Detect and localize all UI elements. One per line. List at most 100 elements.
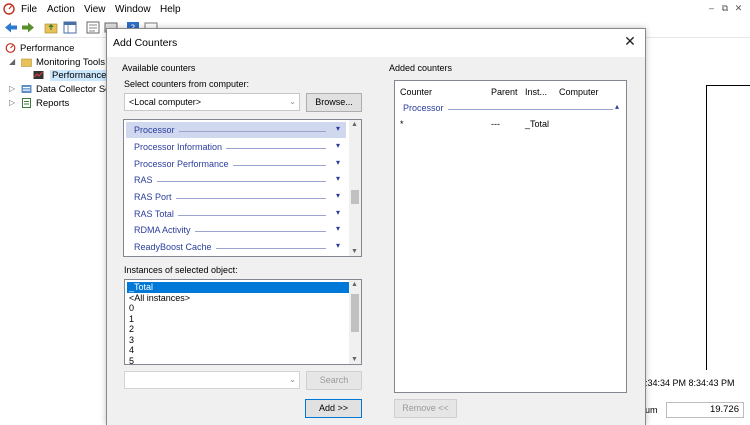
column-header-computer[interactable]: Computer xyxy=(559,87,599,97)
scrollbar-thumb[interactable] xyxy=(351,190,359,204)
menu-view[interactable]: View xyxy=(84,4,106,15)
expand-arrow-icon[interactable]: ▷ xyxy=(9,98,15,107)
stat-value: 19.726 xyxy=(666,402,744,418)
menu-window[interactable]: Window xyxy=(115,4,151,15)
reports-icon xyxy=(22,98,31,108)
menu-help[interactable]: Help xyxy=(160,4,181,15)
scroll-up-icon[interactable]: ▲ xyxy=(351,121,358,128)
back-arrow-icon[interactable] xyxy=(4,21,18,34)
counter-category-name: ReadyBoost Cache xyxy=(134,242,216,252)
instances-scrollbar[interactable]: ▲ ▼ xyxy=(349,280,361,364)
tree-item-reports[interactable]: Reports xyxy=(36,98,69,109)
column-header-parent[interactable]: Parent xyxy=(491,87,518,97)
counter-category-name: Processor Performance xyxy=(134,159,233,169)
instances-label: Instances of selected object: xyxy=(124,265,238,275)
add-counters-dialog: Add Counters ✕ Available counters Select… xyxy=(106,28,646,425)
column-header-counter[interactable]: Counter xyxy=(400,87,432,97)
search-button[interactable]: Search xyxy=(306,371,362,390)
dialog-title: Add Counters xyxy=(113,37,178,49)
counter-category-name: Processor xyxy=(134,125,179,135)
added-counters-list[interactable]: Counter Parent Inst... Computer Processo… xyxy=(394,80,627,393)
scroll-up-icon[interactable]: ▲ xyxy=(351,281,358,288)
computer-select-value: <Local computer> xyxy=(129,97,202,107)
data-collector-icon xyxy=(21,85,32,93)
added-group-row[interactable]: Processor ▴ xyxy=(403,102,619,115)
forward-arrow-icon[interactable] xyxy=(21,21,35,34)
tree-item-monitoring-tools[interactable]: Monitoring Tools xyxy=(36,57,105,68)
search-instance-input[interactable]: ⌄ xyxy=(124,371,300,389)
added-parent-cell: --- xyxy=(491,119,500,129)
computer-select[interactable]: <Local computer> ⌄ xyxy=(124,93,300,111)
collapse-arrow-icon[interactable]: ◢ xyxy=(9,57,15,66)
browse-button[interactable]: Browse... xyxy=(306,93,362,112)
counter-category-name: RAS Port xyxy=(134,192,176,202)
graph-plot-area xyxy=(706,85,750,370)
chevron-down-icon: ⌄ xyxy=(289,97,296,106)
counter-category-row[interactable]: RDMA Activity ▾ xyxy=(126,222,346,238)
performance-icon xyxy=(5,43,16,53)
restore-button[interactable]: ⧉ xyxy=(719,3,730,14)
statistics-panel: um 19.726 xyxy=(645,400,750,425)
expand-category-icon[interactable]: ▾ xyxy=(336,158,340,167)
added-instance-cell: _Total xyxy=(525,119,550,129)
added-counter-cell: * xyxy=(400,119,404,129)
expand-category-icon[interactable]: ▾ xyxy=(336,191,340,200)
added-counters-label: Added counters xyxy=(389,63,453,73)
column-header-instance[interactable]: Inst... xyxy=(525,87,547,97)
instances-list[interactable]: _Total <All instances> 0 1 2 3 4 5 ▲ ▼ xyxy=(124,279,362,365)
collapse-group-icon[interactable]: ▴ xyxy=(615,102,619,111)
counter-category-row[interactable]: Processor ▾ xyxy=(126,122,346,138)
instance-row[interactable]: 2 xyxy=(127,324,349,335)
navigation-tree: Performance ◢ Monitoring Tools Performan… xyxy=(0,38,119,425)
counter-category-name: RAS Total xyxy=(134,209,178,219)
counter-category-row[interactable]: ReadyBoost Cache ▾ xyxy=(126,239,346,255)
tree-item-data-collector-sets[interactable]: Data Collector Set xyxy=(36,84,113,95)
performance-graph xyxy=(645,80,750,370)
close-icon[interactable]: ✕ xyxy=(623,34,637,48)
scroll-down-icon[interactable]: ▼ xyxy=(351,248,358,255)
expand-category-icon[interactable]: ▾ xyxy=(336,224,340,233)
expand-arrow-icon[interactable]: ▷ xyxy=(9,84,15,93)
menu-action[interactable]: Action xyxy=(47,4,75,15)
instance-row[interactable]: 0 xyxy=(127,303,349,314)
expand-category-icon[interactable]: ▾ xyxy=(336,174,340,183)
expand-category-icon[interactable]: ▾ xyxy=(336,241,340,250)
minimize-button[interactable]: – xyxy=(706,3,717,13)
performance-app-icon xyxy=(3,3,15,15)
instance-row[interactable]: _Total xyxy=(127,282,349,293)
select-computer-label: Select counters from computer: xyxy=(124,79,250,89)
expand-category-icon[interactable]: ▾ xyxy=(336,208,340,217)
category-divider xyxy=(136,181,326,182)
counter-category-name: Processor Information xyxy=(134,142,227,152)
menu-file[interactable]: File xyxy=(21,4,37,15)
tree-item-performance[interactable]: Performance xyxy=(20,43,74,54)
counters-scrollbar[interactable]: ▲ ▼ xyxy=(349,120,361,256)
stat-label: um xyxy=(645,405,658,415)
remove-button[interactable]: Remove << xyxy=(394,399,457,418)
added-group-name: Processor xyxy=(403,103,448,113)
time-axis-labels: 8:34:34 PM 8:34:43 PM xyxy=(640,378,735,388)
instance-row[interactable]: 4 xyxy=(127,345,349,356)
console-tree-icon[interactable] xyxy=(63,21,77,34)
counter-category-row[interactable]: Processor Performance ▾ xyxy=(126,156,346,172)
available-counters-list[interactable]: Processor ▾ Processor Information ▾ Proc… xyxy=(123,119,362,257)
properties-icon[interactable] xyxy=(86,21,100,34)
counter-category-row[interactable]: Processor Information ▾ xyxy=(126,139,346,155)
close-window-button[interactable]: ✕ xyxy=(733,3,744,14)
add-button[interactable]: Add >> xyxy=(305,399,362,418)
expand-category-icon[interactable]: ▾ xyxy=(336,124,340,133)
folder-icon xyxy=(21,58,32,67)
scroll-down-icon[interactable]: ▼ xyxy=(351,356,358,363)
available-counters-label: Available counters xyxy=(122,63,196,73)
dialog-title-bar: Add Counters ✕ xyxy=(107,29,645,57)
counter-category-row[interactable]: RAS Total ▾ xyxy=(126,206,346,222)
scrollbar-thumb[interactable] xyxy=(351,294,359,332)
up-folder-icon[interactable] xyxy=(44,21,58,34)
counter-category-row[interactable]: RAS Port ▾ xyxy=(126,189,346,205)
expand-category-icon[interactable]: ▾ xyxy=(336,141,340,150)
counter-category-name: RDMA Activity xyxy=(134,225,195,235)
window-controls: – ⧉ ✕ xyxy=(706,3,744,14)
instance-row[interactable]: 5 xyxy=(127,356,349,364)
counter-category-row[interactable]: RAS ▾ xyxy=(126,172,346,188)
performance-monitor-icon xyxy=(33,71,44,79)
